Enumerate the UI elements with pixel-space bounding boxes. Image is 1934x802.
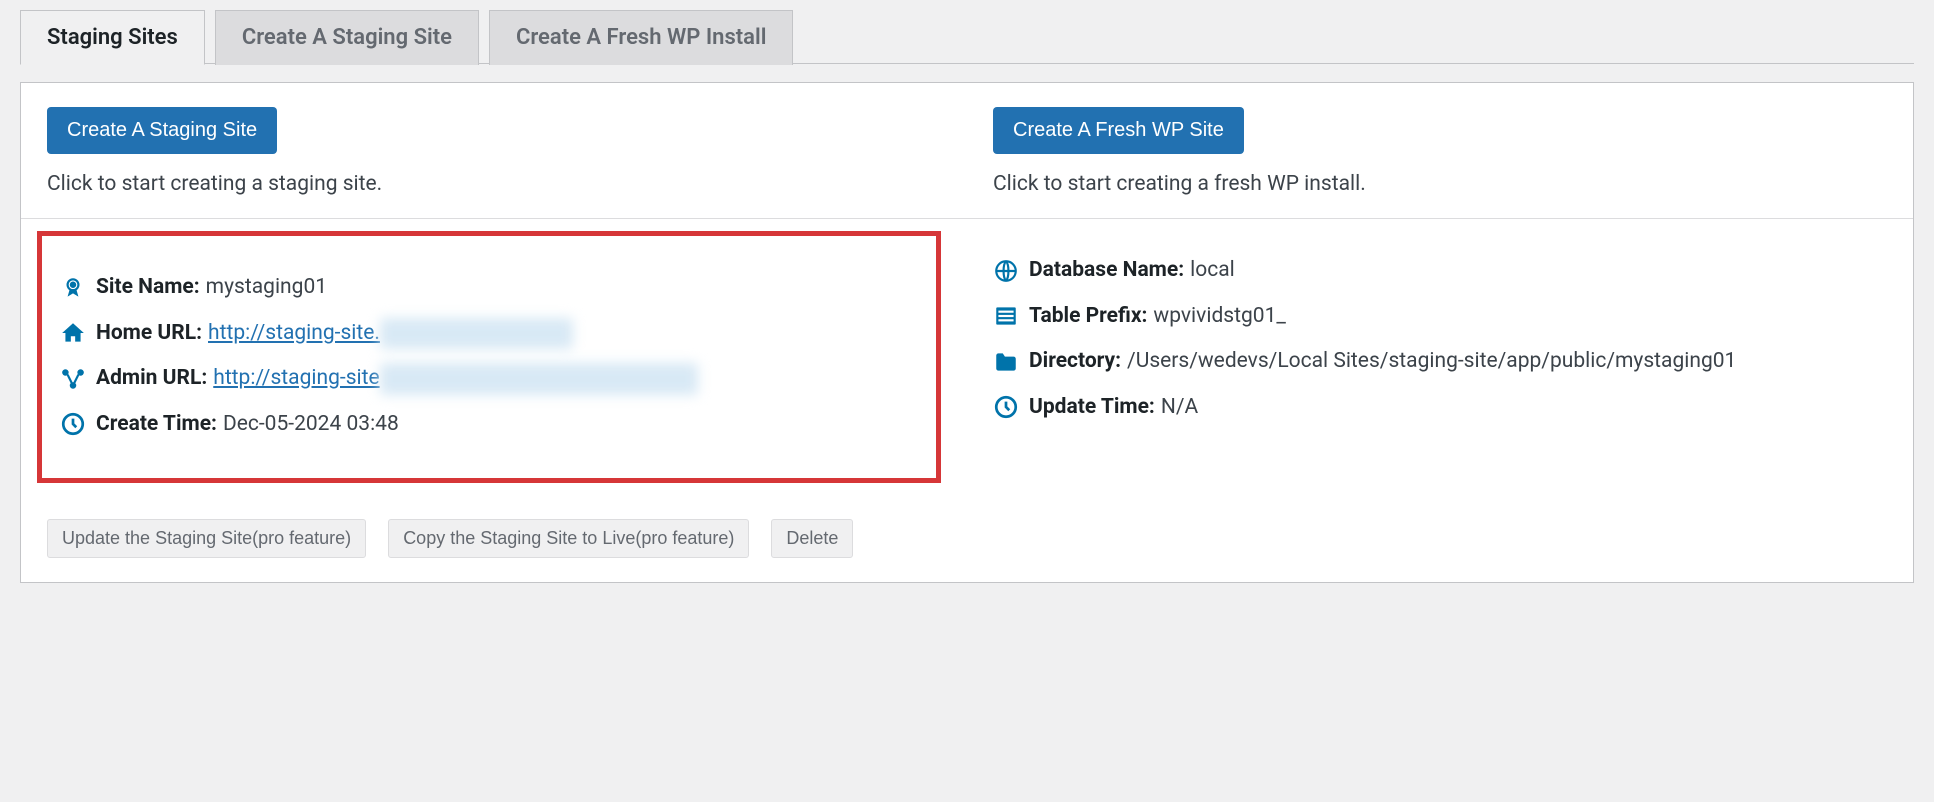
- home-url-label: Home URL:: [96, 318, 202, 350]
- table-prefix-value: wpvividstg01_: [1153, 301, 1285, 333]
- site-name-row: Site Name: mystaging01: [60, 272, 918, 304]
- table-prefix-label: Table Prefix:: [1029, 301, 1147, 333]
- create-time-label: Create Time:: [96, 409, 217, 441]
- tab-create-fresh[interactable]: Create A Fresh WP Install: [489, 10, 794, 65]
- db-name-value: local: [1190, 255, 1235, 287]
- directory-label: Directory:: [1029, 346, 1121, 378]
- update-staging-button[interactable]: Update the Staging Site(pro feature): [47, 519, 366, 558]
- folder-icon: [993, 349, 1019, 375]
- highlighted-site-info: Site Name: mystaging01 Home URL: http://…: [37, 231, 941, 483]
- create-time-row: Create Time: Dec-05-2024 03:48: [60, 409, 918, 441]
- top-actions-row: Create A Staging Site Click to start cre…: [21, 83, 1913, 219]
- badge-icon: [60, 275, 86, 301]
- admin-url-label: Admin URL:: [96, 363, 207, 395]
- site-detail-row: Site Name: mystaging01 Home URL: http://…: [21, 219, 1913, 519]
- clock-icon: [60, 411, 86, 437]
- create-staging-button[interactable]: Create A Staging Site: [47, 107, 277, 154]
- create-fresh-section: Create A Fresh WP Site Click to start cr…: [967, 83, 1913, 218]
- directory-value: /Users/wedevs/Local Sites/staging-site/a…: [1127, 346, 1736, 378]
- site-left-col: Site Name: mystaging01 Home URL: http://…: [21, 219, 967, 519]
- tab-staging-sites[interactable]: Staging Sites: [20, 10, 205, 65]
- tabs: Staging Sites Create A Staging Site Crea…: [20, 10, 1914, 64]
- table-prefix-row: Table Prefix: wpvividstg01_: [993, 301, 1887, 333]
- create-staging-section: Create A Staging Site Click to start cre…: [21, 83, 967, 218]
- home-icon: [60, 320, 86, 346]
- create-fresh-hint: Click to start creating a fresh WP insta…: [993, 172, 1887, 196]
- site-name-label: Site Name:: [96, 272, 200, 304]
- action-buttons-row: Update the Staging Site(pro feature) Cop…: [21, 519, 1913, 582]
- db-name-label: Database Name:: [1029, 255, 1184, 287]
- admin-url-redacted: xxxxxxxxxxxxxxxxxxxxxxxxxxxxx: [380, 363, 698, 395]
- admin-url-link[interactable]: http://staging-site: [213, 363, 379, 395]
- db-name-row: Database Name: local: [993, 255, 1887, 287]
- home-url-redacted: xxxxxxxxxxxxxxxxx: [380, 318, 573, 350]
- site-right-col: Database Name: local Table Prefix: wpviv…: [967, 219, 1913, 519]
- home-url-link[interactable]: http://staging-site.: [208, 318, 380, 350]
- admin-url-row: Admin URL: http://staging-site xxxxxxxxx…: [60, 363, 918, 395]
- create-staging-hint: Click to start creating a staging site.: [47, 172, 941, 196]
- update-time-value: N/A: [1161, 392, 1198, 424]
- directory-row: Directory: /Users/wedevs/Local Sites/sta…: [993, 346, 1887, 378]
- network-icon: [60, 366, 86, 392]
- update-time-row: Update Time: N/A: [993, 392, 1887, 424]
- globe-icon: [993, 258, 1019, 284]
- tab-create-staging[interactable]: Create A Staging Site: [215, 10, 479, 65]
- delete-button[interactable]: Delete: [771, 519, 853, 558]
- create-fresh-button[interactable]: Create A Fresh WP Site: [993, 107, 1244, 154]
- create-time-value: Dec-05-2024 03:48: [223, 409, 399, 441]
- update-time-label: Update Time:: [1029, 392, 1155, 424]
- home-url-row: Home URL: http://staging-site. xxxxxxxxx…: [60, 318, 918, 350]
- site-name-value: mystaging01: [206, 272, 327, 304]
- main-panel: Create A Staging Site Click to start cre…: [20, 82, 1914, 583]
- copy-to-live-button[interactable]: Copy the Staging Site to Live(pro featur…: [388, 519, 749, 558]
- clock-icon: [993, 394, 1019, 420]
- list-icon: [993, 303, 1019, 329]
